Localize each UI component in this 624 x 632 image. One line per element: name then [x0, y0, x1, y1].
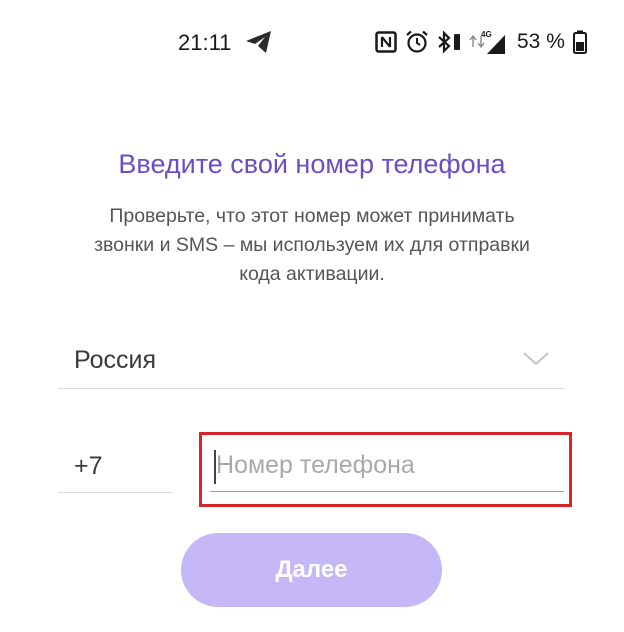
vibrate-icon [454, 34, 460, 50]
subtitle-line: Проверьте, что этот номер может принимат… [109, 205, 515, 227]
chevron-down-icon [523, 352, 549, 366]
status-icons: 4G 53 % [375, 28, 587, 56]
battery-icon [572, 30, 587, 54]
network-label: 4G [481, 30, 492, 39]
alarm-icon [406, 30, 428, 53]
country-code: +7 [74, 452, 103, 480]
subtitle-line: звонки и SMS – мы используем их для отпр… [94, 234, 530, 256]
page-title: Введите свой номер телефона [118, 149, 506, 179]
status-time: 21:11 [178, 30, 232, 55]
telegram-icon [246, 31, 271, 53]
subtitle: Проверьте, что этот номер может принимат… [40, 202, 584, 289]
text-cursor [214, 450, 216, 484]
network-icon: 4G [469, 30, 505, 54]
country-selector[interactable]: Россия [58, 336, 564, 389]
bluetooth-icon [438, 30, 451, 54]
nfc-icon [375, 31, 397, 53]
phone-number-input[interactable] [210, 440, 564, 492]
next-button[interactable]: Далее [181, 533, 442, 607]
battery-percent: 53 % [517, 30, 565, 53]
country-code-field[interactable]: +7 [58, 440, 173, 493]
subtitle-line: кода активации. [239, 263, 385, 285]
status-bar: 21:11 4G 53 % [0, 0, 624, 80]
country-name: Россия [74, 346, 156, 374]
